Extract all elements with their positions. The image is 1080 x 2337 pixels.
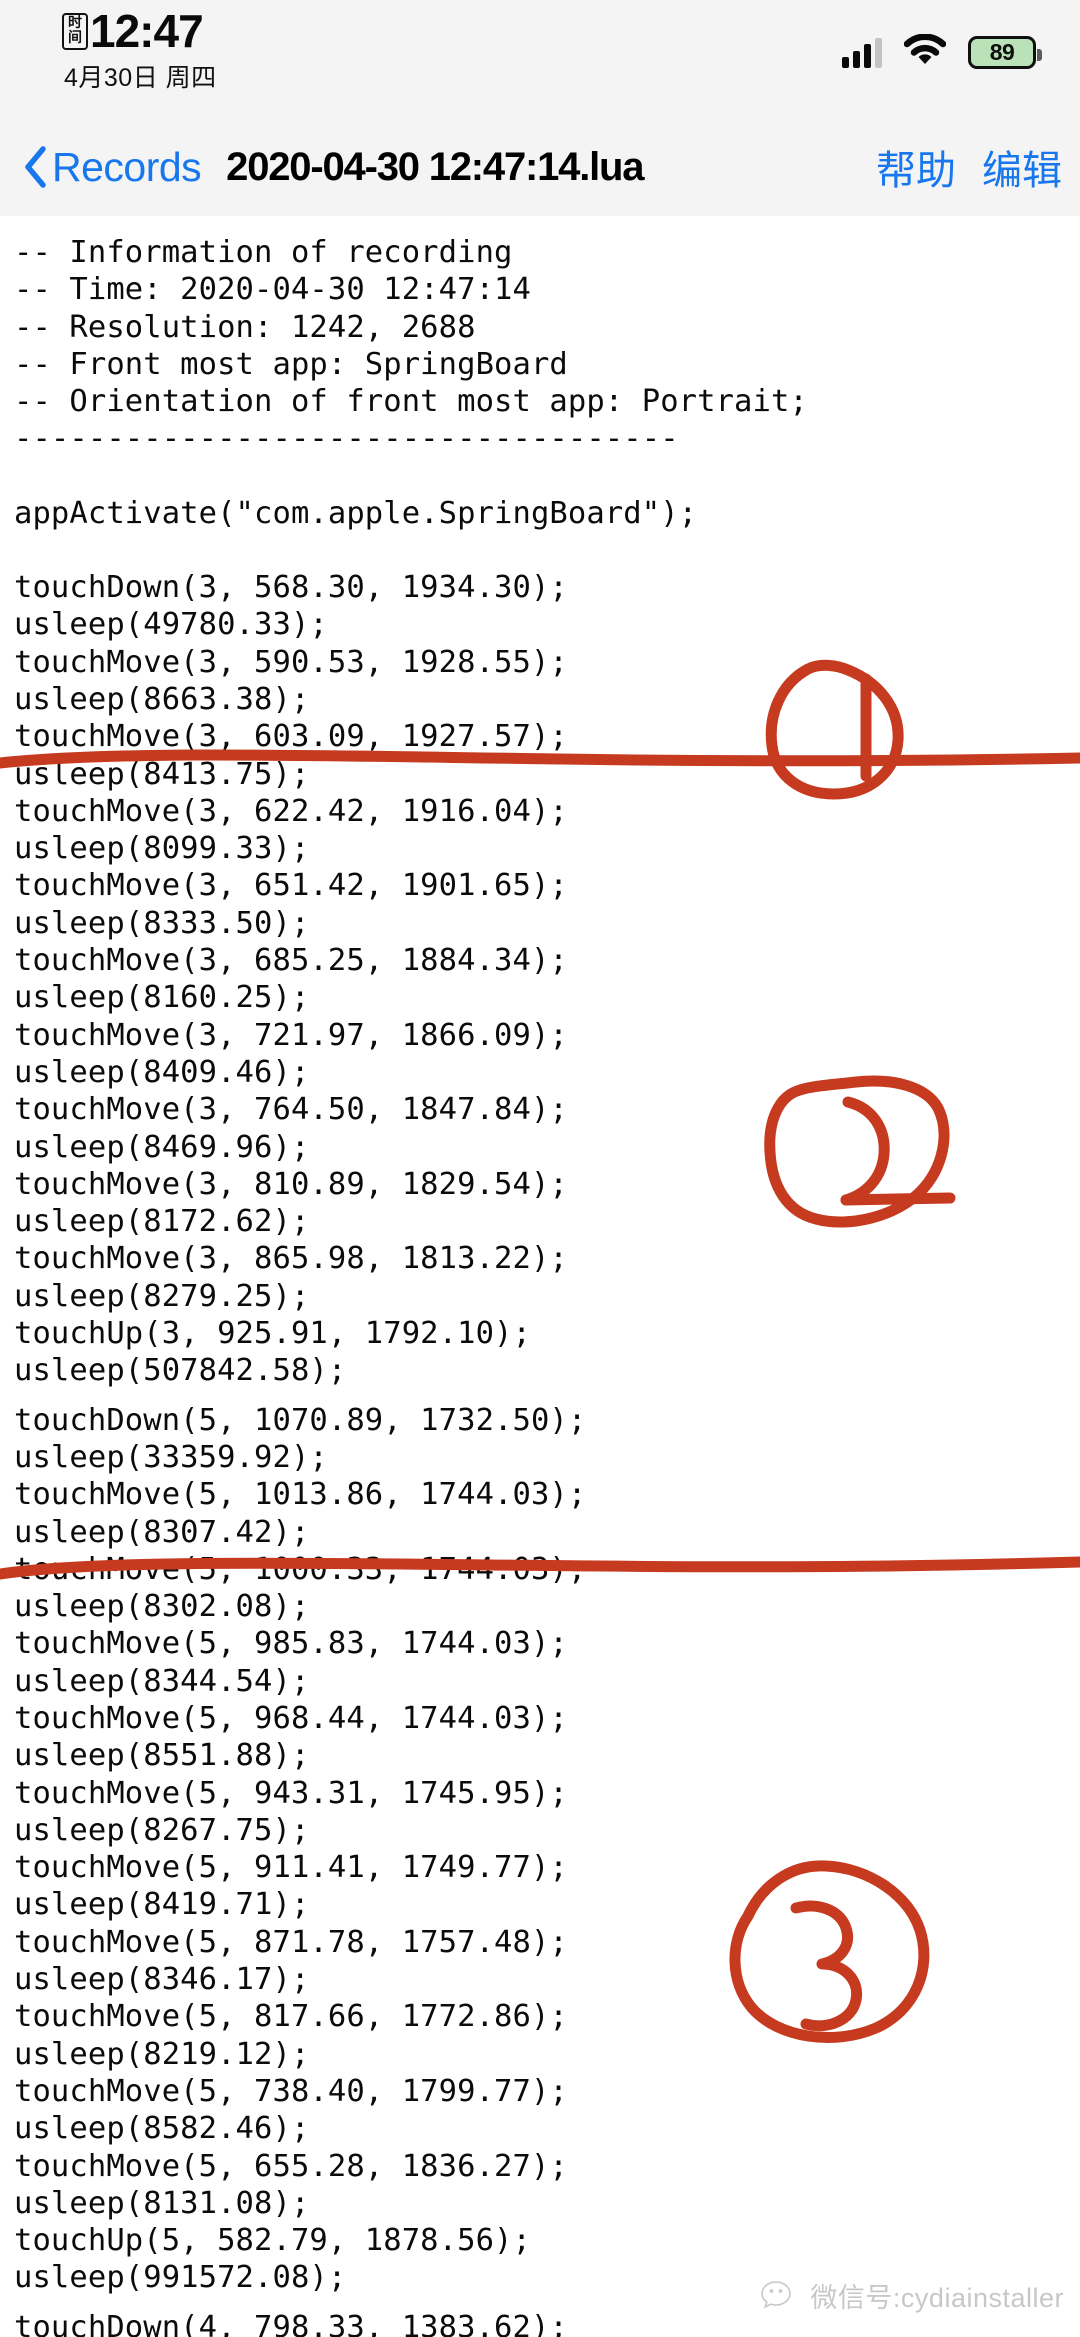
code-spacer <box>14 532 1080 569</box>
code-line: usleep(8172.62); <box>14 1204 310 1240</box>
status-bar-clock: 12:47 <box>90 5 204 57</box>
code-line: touchMove(5, 968.44, 1744.03); <box>14 1700 568 1736</box>
edit-button[interactable]: 编辑 <box>982 138 1062 196</box>
code-line: usleep(507842.58); <box>14 1353 347 1389</box>
help-button[interactable]: 帮助 <box>876 138 956 196</box>
code-block-3: touchDown(5, 1070.89, 1732.50); usleep(33… <box>14 1402 1080 2297</box>
code-line: usleep(8279.25); <box>14 1278 310 1314</box>
code-line: usleep(8419.71); <box>14 1887 310 1923</box>
code-line: usleep(33359.92); <box>14 1439 328 1475</box>
code-line: appActivate("com.apple.SpringBoard"); <box>14 495 698 531</box>
code-line: touchMove(5, 985.83, 1744.03); <box>14 1626 568 1662</box>
code-line: touchDown(3, 568.30, 1934.30); <box>14 570 568 606</box>
code-line: touchMove(5, 911.41, 1749.77); <box>14 1850 568 1886</box>
code-line: usleep(8307.42); <box>14 1514 310 1550</box>
code-line-comment: -- Orientation of front most app: Portra… <box>14 384 808 420</box>
code-line: usleep(8099.33); <box>14 831 310 867</box>
code-line-comment: -- Information of recording <box>14 235 513 270</box>
status-time-row: 时间 12:47 <box>62 5 204 57</box>
back-button[interactable]: Records <box>22 143 202 191</box>
code-line: usleep(8551.88); <box>14 1738 310 1774</box>
battery-percentage: 89 <box>989 39 1015 65</box>
cellular-signal-icon <box>842 37 882 68</box>
code-line: usleep(8267.75); <box>14 1812 310 1848</box>
script-content: -- Information of recording -- Time: 2020… <box>0 216 1080 2337</box>
code-line: touchMove(5, 1000.33, 1744.03); <box>14 1551 587 1587</box>
code-line: usleep(8344.54); <box>14 1663 310 1699</box>
code-line: usleep(8469.96); <box>14 1129 310 1165</box>
code-line: touchMove(3, 651.42, 1901.65); <box>14 868 568 904</box>
code-line: touchMove(5, 655.28, 1836.27); <box>14 2148 568 2184</box>
code-line: touchUp(5, 582.79, 1878.56); <box>14 2223 531 2259</box>
code-line: touchMove(3, 721.97, 1866.09); <box>14 1017 568 1053</box>
code-line: touchMove(3, 764.50, 1847.84); <box>14 1092 568 1128</box>
code-line: usleep(8346.17); <box>14 1962 310 1998</box>
code-block-2: touchDown(3, 568.30, 1934.30); usleep(497… <box>14 569 1080 1390</box>
status-bar-left: 时间 12:47 4月30日 周四 <box>62 8 217 94</box>
code-line: touchUp(3, 925.91, 1792.10); <box>14 1316 531 1352</box>
back-button-label: Records <box>52 143 202 190</box>
code-line-comment: ------------------------------------ <box>14 421 679 457</box>
chevron-left-icon <box>25 146 46 188</box>
navigation-bar: Records 2020-04-30 12:47:14.lua 帮助 编辑 <box>0 118 1080 216</box>
code-spacer <box>14 458 1080 495</box>
wechat-icon <box>761 2280 792 2309</box>
code-line: usleep(8409.46); <box>14 1054 310 1090</box>
wifi-icon <box>903 33 947 71</box>
code-line: usleep(8302.08); <box>14 1589 310 1625</box>
code-line: usleep(49780.33); <box>14 607 328 643</box>
code-block-1: appActivate("com.apple.SpringBoard"); <box>14 495 1080 532</box>
code-line-comment: -- Time: 2020-04-30 12:47:14 <box>14 272 531 308</box>
code-line: touchMove(5, 817.66, 1772.86); <box>14 1999 568 2035</box>
code-line: usleep(8663.38); <box>14 681 310 717</box>
code-line: touchMove(3, 590.53, 1928.55); <box>14 644 568 680</box>
code-line: touchMove(3, 603.09, 1927.57); <box>14 719 568 755</box>
code-line-comment: -- Resolution: 1242, 2688 <box>14 309 476 345</box>
script-editor[interactable]: -- Information of recording -- Time: 2020… <box>0 216 1080 2337</box>
code-line: touchMove(5, 871.78, 1757.48); <box>14 1924 568 1960</box>
code-line: usleep(8219.12); <box>14 2036 310 2072</box>
code-line: touchMove(5, 943.31, 1745.95); <box>14 1775 568 1811</box>
code-line: touchMove(5, 1013.86, 1744.03); <box>14 1477 587 1513</box>
code-line: touchMove(3, 622.42, 1916.04); <box>14 793 568 829</box>
code-line: touchMove(5, 738.40, 1799.77); <box>14 2073 568 2109</box>
code-line: touchMove(3, 810.89, 1829.54); <box>14 1166 568 1202</box>
code-line: touchMove(3, 685.25, 1884.34); <box>14 943 568 979</box>
status-bar-right: 89 <box>842 33 1042 71</box>
battery-icon: 89 <box>968 36 1042 69</box>
navigation-actions: 帮助 编辑 <box>876 138 1062 196</box>
code-line: usleep(8582.46); <box>14 2111 310 2147</box>
status-bar-date: 4月30日 周四 <box>64 64 217 92</box>
page-title: 2020-04-30 12:47:14.lua <box>226 144 644 189</box>
code-line: usleep(8160.25); <box>14 980 310 1016</box>
code-line-comment: -- Front most app: SpringBoard <box>14 346 568 382</box>
code-line: usleep(8413.75); <box>14 756 310 792</box>
code-spacer <box>14 1390 1080 1402</box>
watermark: 微信号:cydiainstaller <box>761 2276 1064 2315</box>
status-bar: 时间 12:47 4月30日 周四 89 <box>0 0 1080 118</box>
time-label-icon: 时间 <box>62 12 88 50</box>
watermark-text: 微信号:cydiainstaller <box>810 2283 1064 2313</box>
code-block-header: -- Information of recording -- Time: 2020… <box>14 234 1080 458</box>
code-line: touchMove(3, 865.98, 1813.22); <box>14 1241 568 1277</box>
code-line: usleep(8131.08); <box>14 2185 310 2221</box>
code-line: touchDown(5, 1070.89, 1732.50); <box>14 1402 587 1438</box>
code-line: usleep(8333.50); <box>14 905 310 941</box>
